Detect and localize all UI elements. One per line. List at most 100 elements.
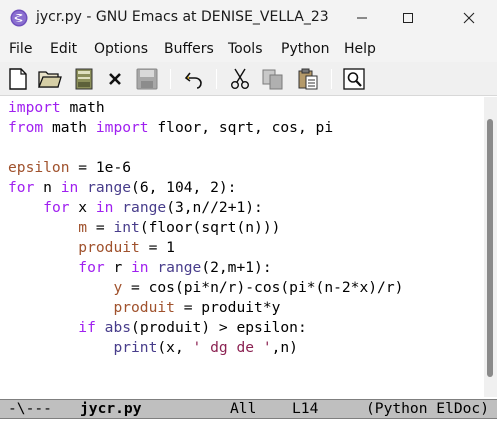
close-button[interactable] <box>446 0 492 36</box>
paste-icon <box>298 68 318 90</box>
menu-python[interactable]: Python <box>281 41 330 57</box>
menu-edit[interactable]: Edit <box>50 41 77 57</box>
code-token: range <box>87 179 132 196</box>
code-line[interactable] <box>8 138 403 158</box>
window-title: jycr.py - GNU Emacs at DENISE_VELLA_23 <box>36 9 329 25</box>
save-as-button[interactable] <box>135 67 159 91</box>
menu-help[interactable]: Help <box>344 41 376 57</box>
code-token: math <box>60 99 105 116</box>
code-token: r <box>104 259 132 276</box>
code-token: produit <box>78 239 140 256</box>
open-folder-button[interactable] <box>38 67 62 91</box>
code-token: = <box>87 219 114 236</box>
major-mode[interactable]: (Python ElDoc) <box>366 400 489 418</box>
code-token: ' dg de ' <box>192 339 272 356</box>
code-token: produit <box>113 299 175 316</box>
code-line[interactable]: produit = 1 <box>8 238 403 258</box>
code-text[interactable]: import math from math import floor, sqrt,… <box>8 98 403 358</box>
code-token: (6, 104, 2): <box>131 179 237 196</box>
code-token: ,n) <box>271 339 298 356</box>
code-token: = 1 <box>139 239 175 256</box>
title-bar: jycr.py - GNU Emacs at DENISE_VELLA_23 <box>0 0 497 36</box>
new-file-icon <box>9 68 27 90</box>
code-line[interactable]: for r in range(2,m+1): <box>8 258 403 278</box>
code-token: epsilon <box>8 159 70 176</box>
code-token: int <box>113 219 140 236</box>
code-token: (2,m+1): <box>201 259 272 276</box>
code-token: in <box>95 199 114 216</box>
minimize-button[interactable] <box>339 0 385 36</box>
maximize-button[interactable] <box>385 0 431 36</box>
code-token: from <box>8 119 44 136</box>
code-token: import <box>8 99 61 116</box>
save-icon <box>75 68 93 90</box>
maximize-icon <box>403 13 413 23</box>
code-token: = cos(pi*n/r)-cos(pi*(n-2*x)/r) <box>122 279 404 296</box>
undo-button[interactable] <box>182 67 206 91</box>
minibuffer[interactable] <box>0 420 497 433</box>
save-button[interactable] <box>72 67 96 91</box>
code-token: abs <box>104 319 132 336</box>
code-token: (x, <box>157 339 193 356</box>
menu-file[interactable]: File <box>9 41 32 57</box>
code-token: floor, sqrt, cos, pi <box>148 119 334 136</box>
menu-options[interactable]: Options <box>94 41 148 57</box>
menu-bar: File Edit Options Buffers Tools Python H… <box>0 36 497 62</box>
search-button[interactable] <box>342 67 366 91</box>
code-token: n <box>34 179 61 196</box>
toolbar-separator <box>216 69 217 89</box>
buffer-name[interactable]: jycr.py <box>80 400 142 418</box>
paste-button[interactable] <box>296 67 320 91</box>
code-token: (3,n//2+1): <box>166 199 263 216</box>
cut-icon <box>231 68 249 89</box>
code-token: = produit*y <box>174 299 281 316</box>
code-line[interactable]: for n in range(6, 104, 2): <box>8 178 403 198</box>
code-token: if <box>78 319 96 336</box>
code-token: in <box>131 259 149 276</box>
search-icon <box>343 68 365 90</box>
code-token: print <box>113 339 158 356</box>
code-line[interactable]: y = cos(pi*n/r)-cos(pi*(n-2*x)/r) <box>8 278 403 298</box>
code-token: in <box>60 179 79 196</box>
code-token: math <box>43 119 96 136</box>
code-token: (produit) > epsilon: <box>131 319 307 336</box>
menu-buffers[interactable]: Buffers <box>164 41 214 57</box>
code-token: range <box>157 259 202 276</box>
mode-line: -\--- jycr.py All L14 (Python ElDoc) <box>0 399 497 419</box>
editor-buffer[interactable]: import math from math import floor, sqrt,… <box>0 97 484 397</box>
code-token: import <box>95 119 149 136</box>
code-line[interactable]: epsilon = 1e-6 <box>8 158 403 178</box>
menu-tools[interactable]: Tools <box>228 41 263 57</box>
line-number: L14 <box>292 400 319 417</box>
emacs-icon <box>10 9 28 27</box>
code-line[interactable]: from math import floor, sqrt, cos, pi <box>8 118 403 138</box>
code-line[interactable]: for x in range(3,n//2+1): <box>8 198 403 218</box>
toolbar-separator <box>331 69 332 89</box>
buffer-position: All <box>230 400 257 417</box>
code-token: for <box>43 199 70 216</box>
new-file-button[interactable] <box>6 67 30 91</box>
code-line[interactable]: produit = produit*y <box>8 298 403 318</box>
scrollbar-thumb[interactable] <box>487 119 493 377</box>
code-line[interactable]: if abs(produit) > epsilon: <box>8 318 403 338</box>
code-line[interactable]: import math <box>8 98 403 118</box>
copy-button[interactable] <box>261 67 285 91</box>
cut-button[interactable] <box>228 67 252 91</box>
save-as-icon <box>136 68 158 90</box>
code-token: for <box>78 259 105 276</box>
vertical-scrollbar[interactable] <box>484 97 497 397</box>
close-buffer-icon <box>109 73 121 85</box>
code-token: m <box>78 219 88 236</box>
code-line[interactable]: print(x, ' dg de ',n) <box>8 338 403 358</box>
code-line[interactable]: m = int(floor(sqrt(n))) <box>8 218 403 238</box>
close-buffer-button[interactable] <box>103 67 127 91</box>
